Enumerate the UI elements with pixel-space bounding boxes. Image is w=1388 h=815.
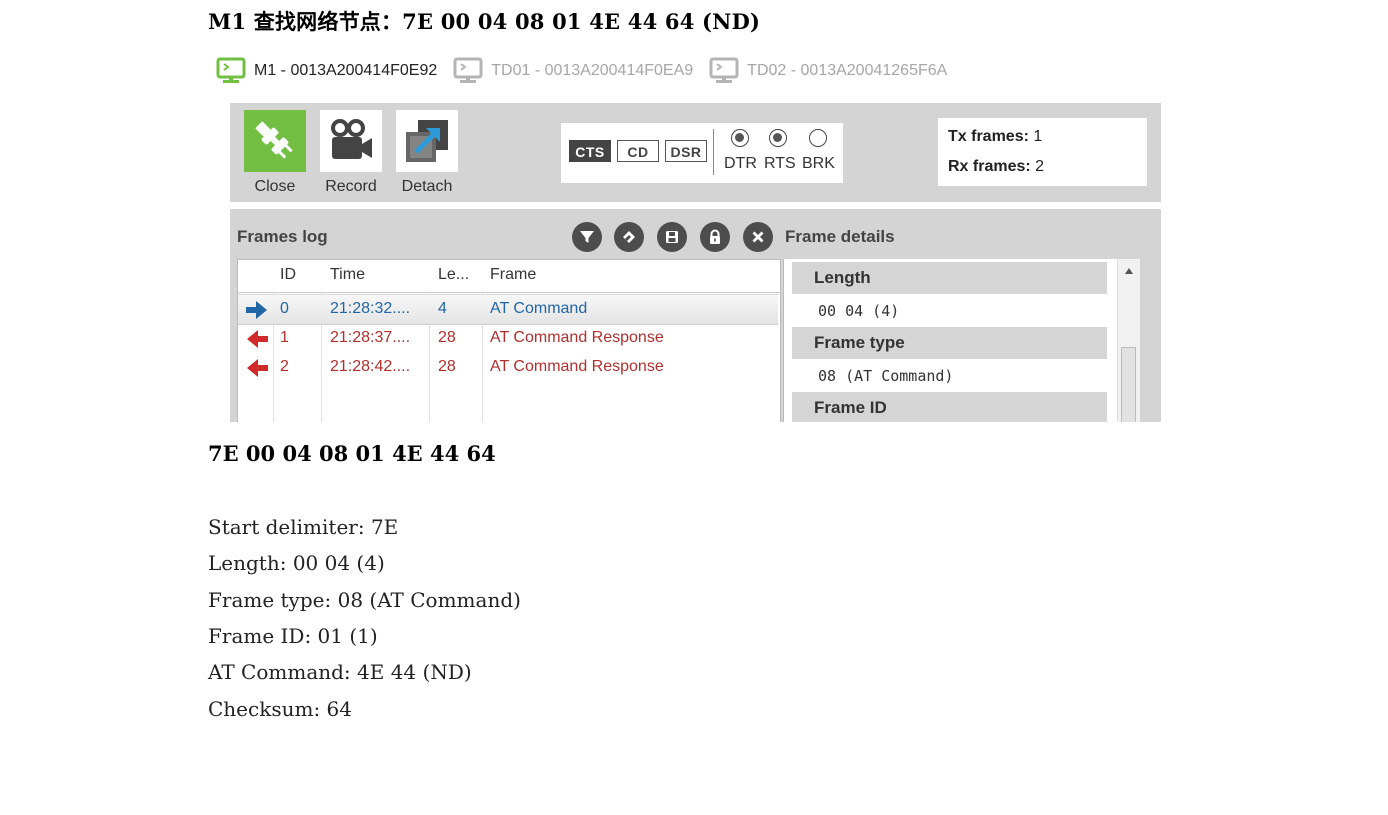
video-camera-icon <box>320 110 382 172</box>
cd-indicator: CD <box>617 140 659 162</box>
document-heading: M1 查找网络节点：7E 00 04 08 01 4E 44 64 (ND) <box>208 9 761 34</box>
doc-line-length: Length: 00 04 (4) <box>208 551 385 575</box>
lock-icon <box>710 229 720 244</box>
plug-icon <box>244 110 306 172</box>
detach-label: Detach <box>401 178 453 195</box>
table-row[interactable]: 2 21:28:42.... 28 AT Command Response <box>238 353 778 382</box>
scroll-thumb[interactable] <box>1121 347 1136 422</box>
detach-icon <box>396 110 458 172</box>
arrow-right-icon <box>246 301 267 319</box>
device-tabs: M1 - 0013A200414F0E92 TD01 - 0013A200414… <box>216 56 963 86</box>
device-tab-td02[interactable]: TD02 - 0013A20041265F6A <box>709 57 947 85</box>
brk-toggle[interactable] <box>809 129 827 147</box>
detail-value-length: 00 04 (4) <box>818 302 900 320</box>
detail-value-frame-type: 08 (AT Command) <box>818 367 954 385</box>
frames-panel: Frames log Frame details ID Time Le... F… <box>230 209 1161 422</box>
row-time: 21:28:37.... <box>330 329 411 346</box>
device-tab-label: TD02 - 0013A20041265F6A <box>747 62 948 79</box>
row-length: 28 <box>438 358 456 375</box>
row-length: 4 <box>438 300 447 317</box>
detail-header-frame-type[interactable]: Frame type <box>792 327 1107 359</box>
arrow-left-icon <box>247 359 268 377</box>
dtr-label: DTR <box>724 155 757 172</box>
row-id: 2 <box>280 358 289 375</box>
divider <box>713 129 714 175</box>
row-time: 21:28:42.... <box>330 358 411 375</box>
close-button[interactable]: Close <box>244 110 306 196</box>
dtr-toggle[interactable] <box>731 129 749 147</box>
frames-table: ID Time Le... Frame 0 21:28:32.... 4 AT … <box>237 259 781 422</box>
column-header-length[interactable]: Le... <box>438 266 469 284</box>
brk-label: BRK <box>802 155 835 172</box>
arrow-left-icon <box>247 330 268 348</box>
row-id: 1 <box>280 329 289 346</box>
save-button[interactable] <box>657 222 687 252</box>
close-label: Close <box>254 178 296 195</box>
clear-button[interactable] <box>614 222 644 252</box>
filter-button[interactable] <box>572 222 602 252</box>
detach-button[interactable]: Detach <box>396 110 458 196</box>
monitor-icon <box>453 57 483 83</box>
row-length: 28 <box>438 329 456 346</box>
row-frame: AT Command Response <box>490 358 664 375</box>
rx-counter: Rx frames: 2 <box>948 158 1044 176</box>
record-button[interactable]: Record <box>320 110 382 196</box>
details-scrollbar[interactable] <box>1117 259 1140 422</box>
tx-value: 1 <box>1033 128 1043 145</box>
frame-counters: Tx frames: 1 Rx frames: 2 <box>938 118 1147 186</box>
doc-line-start-delimiter: Start delimiter: 7E <box>208 515 399 539</box>
table-header: ID Time Le... Frame <box>238 260 780 293</box>
lock-button[interactable] <box>700 222 730 252</box>
doc-line-frame-type: Frame type: 08 (AT Command) <box>208 588 521 612</box>
dsr-indicator: DSR <box>665 140 707 162</box>
table-row[interactable]: 0 21:28:32.... 4 AT Command <box>238 294 778 325</box>
filter-icon <box>580 231 594 243</box>
eraser-icon <box>623 231 635 243</box>
row-frame: AT Command Response <box>490 329 664 346</box>
doc-line-frame-id: Frame ID: 01 (1) <box>208 624 378 648</box>
row-time: 21:28:32.... <box>330 300 411 317</box>
detail-header-length[interactable]: Length <box>792 262 1107 294</box>
doc-line-checksum: Checksum: 64 <box>208 697 352 721</box>
toolbar-panel: Close Record Detach CTS CD DSR DTR RTS B… <box>230 103 1161 202</box>
detail-header-frame-id[interactable]: Frame ID <box>792 392 1107 422</box>
rts-label: RTS <box>764 155 796 172</box>
rx-label: Rx frames: <box>948 158 1031 175</box>
close-frame-button[interactable] <box>743 222 773 252</box>
column-header-id[interactable]: ID <box>280 266 296 284</box>
device-tab-label: M1 - 0013A200414F0E92 <box>254 62 438 79</box>
column-header-time[interactable]: Time <box>330 266 365 284</box>
tx-label: Tx frames: <box>948 128 1029 145</box>
hex-frame: 7E 00 04 08 01 4E 44 64 <box>208 441 496 466</box>
cts-indicator: CTS <box>569 140 611 162</box>
device-tab-label: TD01 - 0013A200414F0EA9 <box>491 62 694 79</box>
monitor-icon <box>709 57 739 83</box>
frame-details-title: Frame details <box>785 227 895 246</box>
monitor-icon <box>216 57 246 83</box>
device-tab-td01[interactable]: TD01 - 0013A200414F0EA9 <box>453 57 693 85</box>
row-frame: AT Command <box>490 300 588 317</box>
record-label: Record <box>325 178 377 195</box>
frames-log-title: Frames log <box>237 227 328 246</box>
row-id: 0 <box>280 300 289 317</box>
rx-value: 2 <box>1035 158 1045 175</box>
column-header-frame[interactable]: Frame <box>490 266 536 284</box>
doc-line-at-command: AT Command: 4E 44 (ND) <box>208 660 472 684</box>
line-status-box: CTS CD DSR DTR RTS BRK <box>561 123 843 183</box>
close-icon <box>752 231 764 243</box>
scroll-up-icon[interactable] <box>1124 267 1134 275</box>
rts-toggle[interactable] <box>769 129 787 147</box>
table-row[interactable]: 1 21:28:37.... 28 AT Command Response <box>238 324 778 353</box>
device-tab-m1[interactable]: M1 - 0013A200414F0E92 <box>216 57 437 85</box>
save-icon <box>666 231 678 243</box>
tx-counter: Tx frames: 1 <box>948 128 1042 146</box>
frame-details-pane: Length 00 04 (4) Frame type 08 (AT Comma… <box>783 259 1140 422</box>
